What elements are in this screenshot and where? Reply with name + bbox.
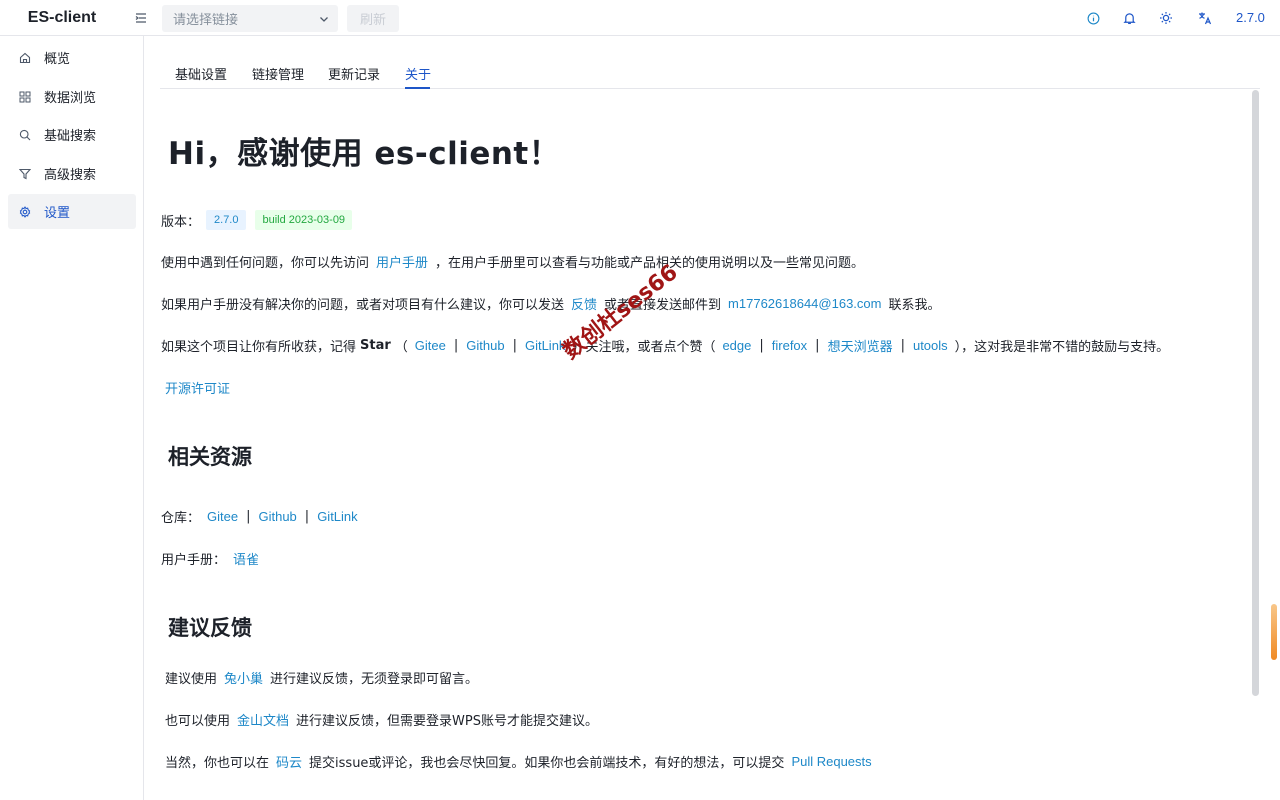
search-icon (18, 128, 32, 142)
feedback-row-2: 也可以使用 金山文档 进行建议反馈，但需要登录WPS账号才能提交建议。 (165, 709, 598, 729)
grid-icon (18, 90, 32, 104)
sidebar-item-label: 设置 (44, 206, 71, 221)
separator: | (246, 508, 251, 524)
sidebar: 概览 数据浏览 基础搜索 高级搜索 设置 (0, 36, 144, 800)
app-brand: ES-client (27, 9, 97, 26)
sidebar-item-label: 基础搜索 (44, 129, 97, 144)
pull-requests-link[interactable]: Pull Requests (791, 754, 871, 769)
version-label: 版本： (161, 214, 201, 230)
manual-row: 用户手册： 语雀 (161, 548, 266, 568)
text: 如果用户手册没有解决你的问题，或者对项目有什么建议，你可以发送 (161, 297, 565, 313)
license-link[interactable]: 开源许可证 (165, 378, 230, 397)
license-row: 开源许可证 (165, 377, 237, 397)
separator: | (512, 337, 517, 353)
text: 联系我。 (888, 297, 941, 313)
repo-gitlink-link[interactable]: GitLink (317, 509, 357, 524)
about-content: Hi，感谢使用 es-client！ 版本： 2.7.0 build 2023-… (0, 0, 1280, 800)
yuque-link[interactable]: 语雀 (233, 549, 259, 568)
text: 进行建议反馈，但需要登录WPS账号才能提交建议。 (296, 713, 598, 729)
sidebar-item-basic-search[interactable]: 基础搜索 (8, 117, 136, 152)
text: 也可以使用 (165, 713, 231, 729)
text: 当然，你也可以在 (165, 755, 270, 771)
sidebar-item-overview[interactable]: 概览 (8, 40, 136, 75)
page-title: Hi，感谢使用 es-client！ (168, 136, 561, 172)
connection-select[interactable]: 请选择链接 (162, 5, 338, 32)
gitee-issue-link[interactable]: 码云 (276, 752, 302, 771)
text: 如果这个项目让你有所收获，记得 (161, 339, 357, 355)
resources-heading: 相关资源 (168, 445, 252, 469)
feedback-heading: 建议反馈 (168, 616, 252, 640)
edge-link[interactable]: edge (722, 338, 751, 353)
version-row: 版本： 2.7.0 build 2023-03-09 (161, 210, 353, 230)
refresh-button[interactable]: 刷新 (347, 5, 399, 32)
info-icon[interactable] (1085, 10, 1101, 26)
text: 提交issue或评论，我也会尽快回复。如果你也会前端技术，有好的想法，可以提交 (309, 755, 785, 771)
sidebar-item-label: 高级搜索 (44, 168, 97, 183)
repo-label: 仓库： (161, 510, 201, 526)
app-header: ES-client 请选择链接 刷新 2.7.0 (0, 0, 1280, 36)
sidebar-item-label: 概览 (44, 52, 71, 67)
sidebar-item-label: 数据浏览 (44, 91, 97, 106)
content-scrollbar[interactable] (1252, 90, 1259, 696)
paragraph-manual: 使用中遇到任何问题，你可以先访问 用户手册 ，在用户手册里可以查看与功能或产品相… (161, 251, 864, 271)
repo-gitee-link[interactable]: Gitee (207, 509, 238, 524)
email-link[interactable]: m17762618644@163.com (728, 296, 881, 311)
utools-link[interactable]: utools (913, 338, 948, 353)
separator: | (453, 337, 459, 353)
sun-icon[interactable] (1158, 10, 1174, 26)
menu-collapse-icon[interactable] (133, 10, 149, 26)
manual-label: 用户手册： (161, 552, 227, 568)
active-tab-indicator (405, 87, 430, 89)
connection-select-placeholder: 请选择链接 (173, 13, 239, 28)
chevron-down-icon (319, 13, 329, 28)
text: ），这对我是非常不错的鼓励与支持。 (954, 339, 1170, 355)
separator: | (900, 337, 905, 353)
tab-changelog[interactable]: 更新记录 (328, 64, 380, 83)
star-text: Star (360, 337, 391, 353)
window-scroll-indicator[interactable] (1271, 604, 1277, 660)
filter-icon (18, 167, 32, 181)
sidebar-item-advanced-search[interactable]: 高级搜索 (8, 156, 136, 191)
separator: | (815, 337, 820, 353)
separator: | (304, 508, 310, 524)
tab-about[interactable]: 关于 (405, 64, 431, 83)
firefox-link[interactable]: firefox (772, 338, 807, 353)
repo-github-link[interactable]: Github (258, 509, 296, 524)
build-tag: build 2023-03-09 (255, 210, 353, 230)
feedback-row-3: 当然，你也可以在 码云 提交issue或评论，我也会尽快回复。如果你也会前端技术… (165, 751, 879, 771)
bell-icon[interactable] (1121, 10, 1137, 26)
version-tag: 2.7.0 (206, 210, 247, 230)
settings-tabs: 基础设置 链接管理 更新记录 关于 (160, 56, 1260, 89)
gitee-link[interactable]: Gitee (415, 338, 446, 353)
sidebar-item-settings[interactable]: 设置 (8, 194, 136, 229)
paragraph-feedback: 如果用户手册没有解决你的问题，或者对项目有什么建议，你可以发送 反馈 或者直接发… (161, 293, 940, 313)
translate-icon[interactable] (1197, 10, 1213, 26)
github-link[interactable]: Github (466, 338, 504, 353)
repo-row: 仓库： Gitee | Github | GitLink (161, 506, 365, 526)
sidebar-item-data-browse[interactable]: 数据浏览 (8, 79, 136, 114)
tab-basic-settings[interactable]: 基础设置 (175, 64, 227, 83)
text: 使用中遇到任何问题，你可以先访问 (161, 255, 370, 271)
separator: | (759, 337, 764, 353)
tab-connection-management[interactable]: 链接管理 (252, 64, 304, 83)
kdocs-link[interactable]: 金山文档 (237, 710, 289, 729)
app-version[interactable]: 2.7.0 (1236, 10, 1265, 25)
user-manual-link[interactable]: 用户手册 (376, 252, 428, 271)
text: （ (394, 339, 408, 355)
paragraph-star: 如果这个项目让你有所收获，记得 Star （ Gitee | Github | … (161, 335, 1169, 355)
text: 建议使用 (165, 671, 218, 687)
txc-link[interactable]: 兔小巢 (224, 668, 263, 687)
xiangtian-link[interactable]: 想天浏览器 (828, 336, 893, 355)
feedback-row-1: 建议使用 兔小巢 进行建议反馈，无须登录即可留言。 (165, 667, 478, 687)
text: 进行建议反馈，无须登录即可留言。 (270, 671, 479, 687)
home-icon (18, 51, 32, 65)
gear-icon (18, 205, 32, 219)
